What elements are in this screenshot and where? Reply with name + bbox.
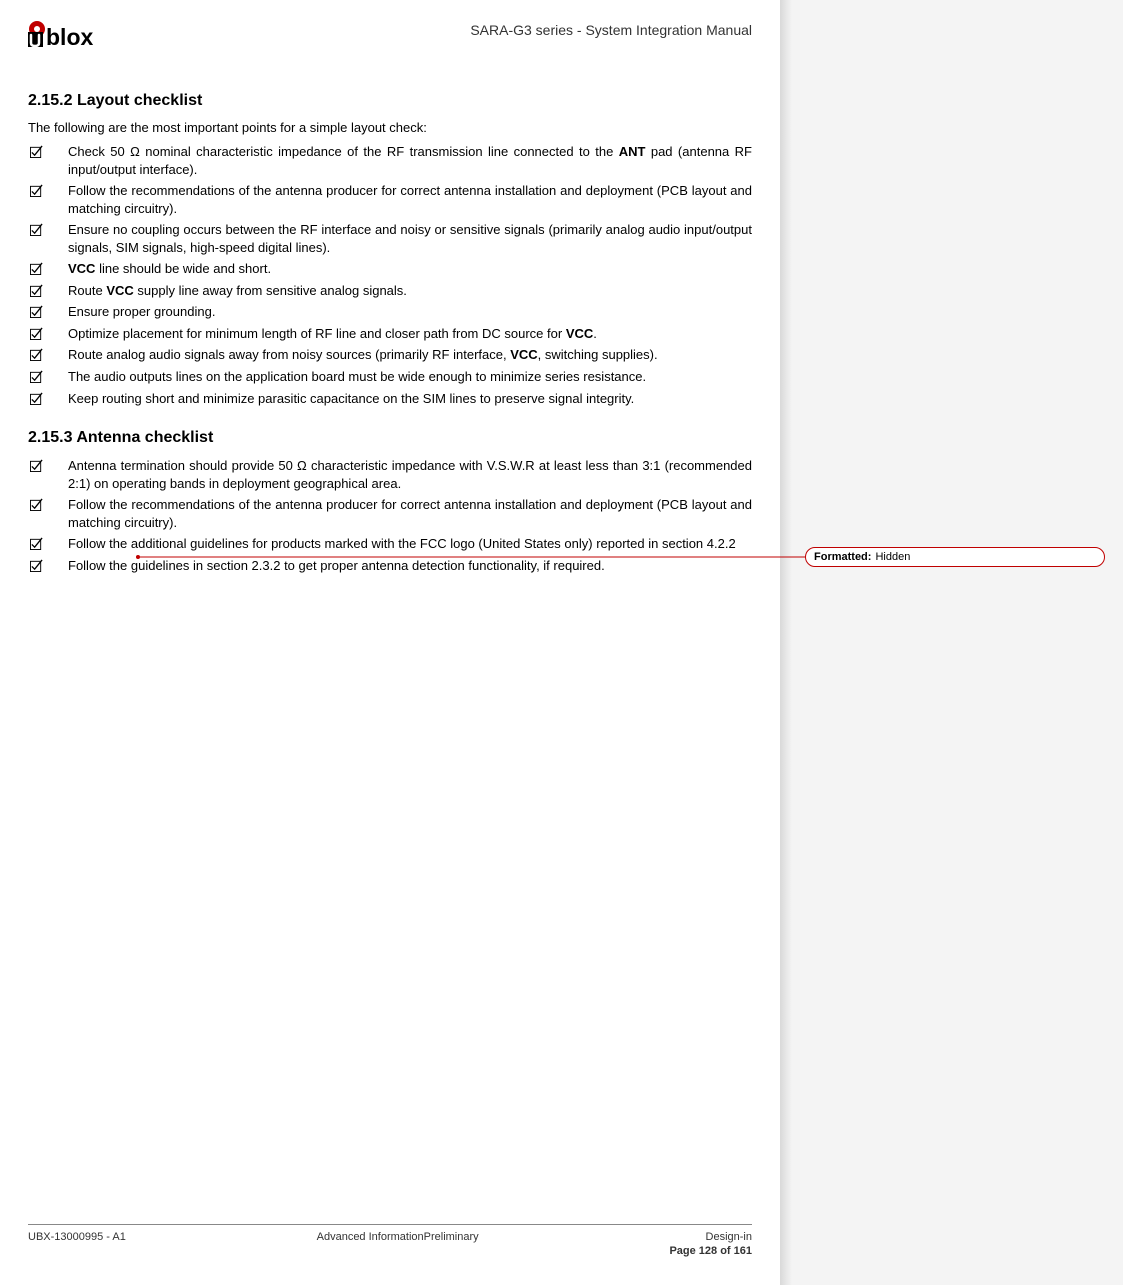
section-title: Layout checklist [77, 92, 202, 109]
section-number: 2.15.2 [28, 92, 72, 109]
antenna-checklist: Antenna termination should provide 50 Ω … [28, 457, 752, 574]
checkbox-icon [28, 535, 68, 550]
revision-pane [800, 0, 1123, 1285]
checkbox-icon [28, 325, 68, 340]
checklist-text: Antenna termination should provide 50 Ω … [68, 457, 752, 492]
checklist-item: Antenna termination should provide 50 Ω … [28, 457, 752, 492]
checkbox-icon [28, 457, 68, 472]
checklist-text: Route analog audio signals away from noi… [68, 346, 752, 364]
document-title: SARA-G3 series - System Integration Manu… [470, 20, 752, 38]
checkbox-icon [28, 260, 68, 275]
section-title: Antenna checklist [76, 429, 213, 446]
checklist-text: Ensure proper grounding. [68, 303, 752, 321]
checklist-item: Route analog audio signals away from noi… [28, 346, 752, 364]
checked-box-icon [30, 327, 43, 340]
checklist-text: Keep routing short and minimize parasiti… [68, 390, 752, 408]
checklist-item: Follow the additional guidelines for pro… [28, 535, 752, 553]
page-shadow [780, 0, 800, 1285]
section-reference: 4.2.2 [707, 536, 736, 551]
checkbox-icon [28, 346, 68, 361]
checked-box-icon [30, 392, 43, 405]
checkbox-icon [28, 303, 68, 318]
checklist-item: Follow the guidelines in section 2.3.2 t… [28, 557, 752, 575]
checklist-text: The audio outputs lines on the applicati… [68, 368, 752, 386]
page-content: 2.15.2 Layout checklist The following ar… [28, 92, 752, 578]
checked-box-icon [30, 223, 43, 236]
checked-box-icon [30, 498, 43, 511]
checklist-item: Route VCC supply line away from sensitiv… [28, 282, 752, 300]
page-footer: UBX-13000995 - A1 Advanced InformationPr… [28, 1224, 752, 1257]
checklist-text: Follow the guidelines in section 2.3.2 t… [68, 557, 752, 575]
checkbox-icon [28, 143, 68, 158]
checklist-item: The audio outputs lines on the applicati… [28, 368, 752, 386]
checklist-item: Ensure no coupling occurs between the RF… [28, 221, 752, 256]
checked-box-icon [30, 370, 43, 383]
checkbox-icon [28, 496, 68, 511]
svg-text:blox: blox [46, 24, 93, 50]
callout-label: Formatted: [814, 551, 871, 563]
ublox-logo: blox [28, 20, 123, 60]
checkbox-icon [28, 182, 68, 197]
checklist-item: Follow the recommendations of the antenn… [28, 182, 752, 217]
checked-box-icon [30, 559, 43, 572]
page-header: blox SARA-G3 series - System Integration… [28, 20, 752, 64]
checklist-item: Optimize placement for minimum length of… [28, 325, 752, 343]
checklist-text: Follow the additional guidelines for pro… [68, 535, 752, 553]
checked-box-icon [30, 262, 43, 275]
checklist-text: Follow the recommendations of the antenn… [68, 496, 752, 531]
footer-doc-id: UBX-13000995 - A1 [28, 1231, 126, 1257]
ublox-logo-icon: blox [28, 20, 123, 60]
checked-box-icon [30, 537, 43, 550]
checkbox-icon [28, 221, 68, 236]
checklist-text: Check 50 Ω nominal characteristic impeda… [68, 143, 752, 178]
checkbox-icon [28, 282, 68, 297]
checked-box-icon [30, 348, 43, 361]
checked-box-icon [30, 145, 43, 158]
section-number: 2.15.3 [28, 429, 72, 446]
checklist-item: Check 50 Ω nominal characteristic impeda… [28, 143, 752, 178]
footer-right: Design-in Page 128 of 161 [669, 1231, 752, 1257]
checklist-item: Follow the recommendations of the antenn… [28, 496, 752, 531]
section-heading-antenna: 2.15.3 Antenna checklist [28, 429, 752, 447]
checklist-text: Ensure no coupling occurs between the RF… [68, 221, 752, 256]
checkbox-icon [28, 368, 68, 383]
checklist-text: VCC line should be wide and short. [68, 260, 752, 278]
checkbox-icon [28, 390, 68, 405]
document-page: blox SARA-G3 series - System Integration… [0, 0, 780, 1285]
checked-box-icon [30, 184, 43, 197]
checked-box-icon [30, 305, 43, 318]
footer-page-number: Page 128 of 161 [669, 1245, 752, 1257]
section-intro: The following are the most important poi… [28, 120, 752, 135]
revision-callout[interactable]: Formatted: Hidden [805, 547, 1105, 567]
checklist-text: Route VCC supply line away from sensitiv… [68, 282, 752, 300]
footer-classification: Advanced InformationPreliminary [126, 1231, 670, 1257]
checklist-item: Keep routing short and minimize parasiti… [28, 390, 752, 408]
section-heading-layout: 2.15.2 Layout checklist [28, 92, 752, 110]
checkbox-icon [28, 557, 68, 572]
checked-box-icon [30, 284, 43, 297]
checklist-item: VCC line should be wide and short. [28, 260, 752, 278]
checklist-item: Ensure proper grounding. [28, 303, 752, 321]
footer-section-name: Design-in [706, 1231, 752, 1243]
checklist-text: Optimize placement for minimum length of… [68, 325, 752, 343]
checklist-text: Follow the recommendations of the antenn… [68, 182, 752, 217]
checked-box-icon [30, 459, 43, 472]
callout-value: Hidden [875, 551, 910, 563]
layout-checklist: Check 50 Ω nominal characteristic impeda… [28, 143, 752, 407]
